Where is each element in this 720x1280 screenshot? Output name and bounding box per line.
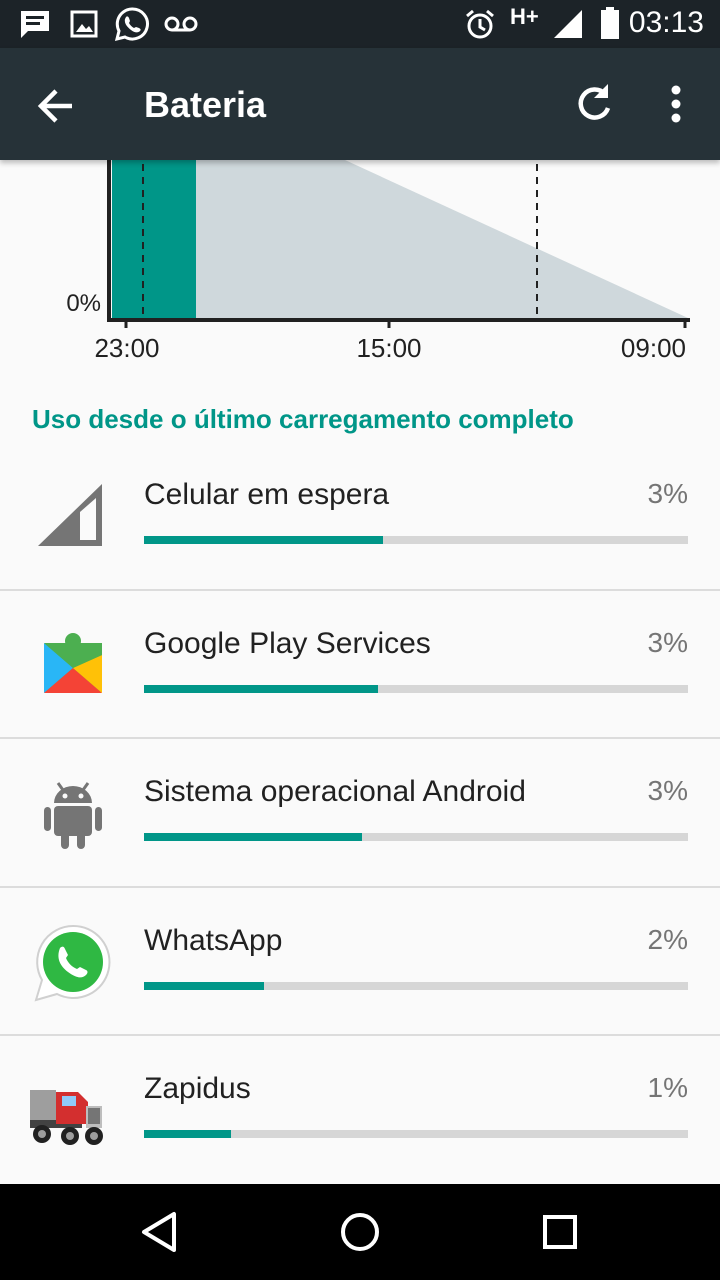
usage-bar — [144, 684, 688, 693]
list-item[interactable]: Google Play Services 3% — [0, 591, 720, 739]
status-bar: H+ 03:13 — [0, 0, 720, 48]
usage-list: Celular em espera 3% Google Play Service… — [0, 442, 720, 1185]
google-play-services-icon — [44, 632, 102, 693]
android-icon — [44, 782, 102, 849]
whatsapp-icon — [34, 924, 111, 1001]
list-item[interactable]: Sistema operacional Android 3% — [0, 739, 720, 888]
app-name: Google Play Services — [144, 626, 431, 660]
usage-bar-fill — [144, 684, 378, 693]
usage-percent: 3% — [647, 478, 688, 509]
usage-bar-fill — [144, 981, 264, 990]
usage-percent: 1% — [647, 1072, 688, 1103]
section-header: Uso desde o último carregamento completo — [32, 404, 574, 434]
usage-percent: 2% — [647, 923, 688, 955]
navigation-bar — [0, 1184, 720, 1280]
page-title: Bateria — [144, 84, 267, 125]
usage-bar — [144, 1130, 688, 1138]
truck-icon — [30, 1090, 103, 1145]
app-toolbar: Bateria — [0, 48, 720, 160]
list-item[interactable]: Zapidus 1% — [0, 1036, 720, 1185]
image-icon — [70, 10, 98, 38]
battery-usage-bar — [112, 160, 196, 318]
voicemail-icon — [164, 16, 198, 32]
usage-bar — [144, 833, 688, 841]
app-name: WhatsApp — [144, 923, 283, 957]
more-vert-icon[interactable] — [648, 76, 704, 132]
app-name: Sistema operacional Android — [144, 775, 526, 808]
usage-bar — [144, 981, 688, 990]
refresh-icon[interactable] — [566, 76, 622, 132]
usage-bar — [144, 536, 688, 544]
x-tick-label: 09:00 — [621, 333, 686, 363]
recents-square-icon[interactable] — [532, 1204, 588, 1260]
list-item[interactable]: WhatsApp 2% — [0, 888, 720, 1036]
back-triangle-icon[interactable] — [132, 1204, 188, 1260]
signal-icon — [554, 10, 582, 38]
message-icon — [21, 11, 49, 38]
usage-bar-fill — [144, 1130, 232, 1138]
arrow-back-icon[interactable] — [28, 78, 84, 134]
battery-history-chart: 0% 23:00 15:00 09:00 — [0, 160, 720, 370]
app-name: Zapidus — [144, 1072, 251, 1105]
usage-bar-fill — [144, 833, 362, 841]
whatsapp-icon — [114, 7, 149, 42]
usage-bar-fill — [144, 536, 384, 544]
x-tick-label: 23:00 — [94, 333, 159, 363]
home-circle-icon[interactable] — [332, 1204, 388, 1260]
usage-percent: 3% — [647, 775, 688, 806]
clock: 03:13 — [628, 6, 704, 39]
alarm-icon — [466, 9, 494, 39]
usage-percent: 3% — [647, 626, 688, 658]
x-tick-label: 15:00 — [356, 333, 421, 363]
app-name: Celular em espera — [144, 478, 390, 511]
battery-icon — [601, 7, 619, 39]
network-type: H+ — [510, 4, 539, 29]
y-axis-label: 0% — [66, 290, 101, 317]
battery-prediction-area — [196, 160, 688, 318]
cell-signal-icon — [38, 484, 102, 546]
list-item[interactable]: Celular em espera 3% — [0, 442, 720, 591]
